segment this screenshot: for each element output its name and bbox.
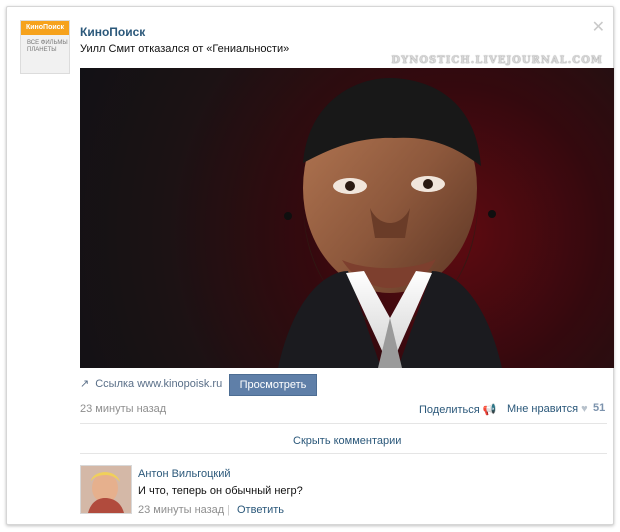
post-divider — [80, 423, 607, 424]
comment-avatar[interactable] — [80, 465, 132, 514]
heart-icon: ♥ — [581, 403, 588, 415]
avatar-logo-top: КиноПоиск — [21, 21, 69, 35]
portrait-image — [80, 68, 614, 368]
post-author[interactable]: КиноПоиск — [80, 25, 145, 39]
share-link[interactable]: Поделиться 📢 — [419, 403, 497, 416]
post-time: 23 минуты назад — [80, 403, 167, 415]
post-card: КиноПоиск ВСЕ ФИЛЬМЫ ПЛАНЕТЫ ✕ КиноПоиск… — [6, 6, 614, 525]
view-button[interactable]: Просмотреть — [229, 374, 317, 396]
source-link[interactable]: ↗ Ссылка www.kinopoisk.ru — [80, 377, 223, 391]
post-photo[interactable] — [80, 68, 614, 368]
comment-avatar-image — [81, 466, 131, 513]
comment-time: 23 минуты назад — [138, 504, 225, 516]
comments-divider — [80, 453, 607, 454]
reply-link[interactable]: Ответить — [237, 504, 284, 516]
hide-comments-link[interactable]: Скрыть комментарии — [293, 435, 401, 447]
community-avatar[interactable]: КиноПоиск ВСЕ ФИЛЬМЫ ПЛАНЕТЫ — [20, 20, 70, 74]
share-label: Поделиться — [419, 404, 480, 416]
comment-author[interactable]: Антон Вильгоцкий — [138, 468, 231, 480]
comment-separator: | — [227, 504, 230, 516]
link-icon: ↗ — [80, 378, 90, 390]
like-label: Мне нравится — [507, 403, 579, 415]
comment-text: И что, теперь он обычный негр? — [138, 485, 303, 497]
close-icon[interactable]: ✕ — [592, 17, 605, 37]
source-link-label: Ссылка www.kinopoisk.ru — [95, 377, 223, 390]
watermark-text: DYNOSTICH.LIVEJOURNAL.COM — [391, 55, 603, 66]
like-button[interactable]: Мне нравится ♥ — [507, 403, 588, 415]
avatar-logo-sub: ВСЕ ФИЛЬМЫ ПЛАНЕТЫ — [27, 40, 68, 53]
megaphone-icon: 📢 — [482, 404, 497, 416]
like-count: 51 — [593, 402, 606, 414]
post-text: Уилл Смит отказался от «Гениальности» — [80, 43, 290, 55]
